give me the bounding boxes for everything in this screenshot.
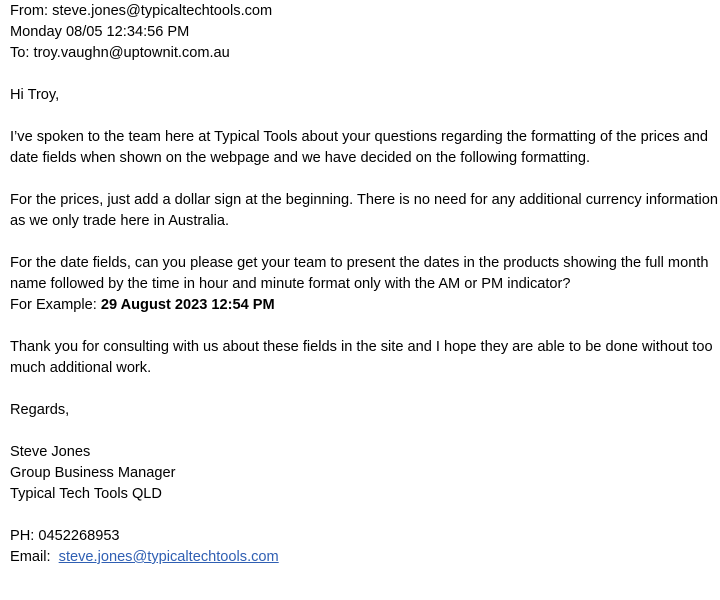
email-message: From: steve.jones@typicaltechtools.com M…: [0, 0, 720, 568]
signature-email-line: Email: steve.jones@typicaltechtools.com: [10, 547, 720, 568]
from-line: From: steve.jones@typicaltechtools.com: [10, 3, 273, 19]
example-line: For Example: 29 August 2023 12:54 PM: [10, 295, 720, 316]
to-line: To: troy.vaughn@uptownit.com.au: [10, 45, 230, 61]
email-body: Hi Troy, I’ve spoken to the team here at…: [10, 85, 720, 442]
example-value: 29 August 2023 12:54 PM: [100, 297, 275, 313]
email-link[interactable]: steve.jones@typicaltechtools.com: [59, 549, 279, 565]
body-paragraph: For the prices, just add a dollar sign a…: [10, 192, 718, 229]
email-label: Email:: [10, 549, 59, 565]
signature-phone: PH: 0452268953: [10, 528, 120, 544]
signature-name: Steve Jones: [10, 444, 91, 460]
signature-company: Typical Tech Tools QLD: [10, 486, 162, 502]
signoff: Regards,: [10, 402, 70, 418]
email-signature: Steve Jones Group Business Manager Typic…: [10, 442, 720, 568]
body-paragraph: I’ve spoken to the team here at Typical …: [10, 129, 708, 166]
example-label: For Example:: [10, 297, 101, 313]
email-header: From: steve.jones@typicaltechtools.com M…: [10, 1, 720, 64]
date-line: Monday 08/05 12:34:56 PM: [10, 24, 190, 40]
greeting: Hi Troy,: [10, 87, 60, 103]
body-paragraph: Thank you for consulting with us about t…: [10, 339, 713, 376]
body-paragraph: For the date fields, can you please get …: [10, 255, 709, 292]
signature-title: Group Business Manager: [10, 465, 176, 481]
